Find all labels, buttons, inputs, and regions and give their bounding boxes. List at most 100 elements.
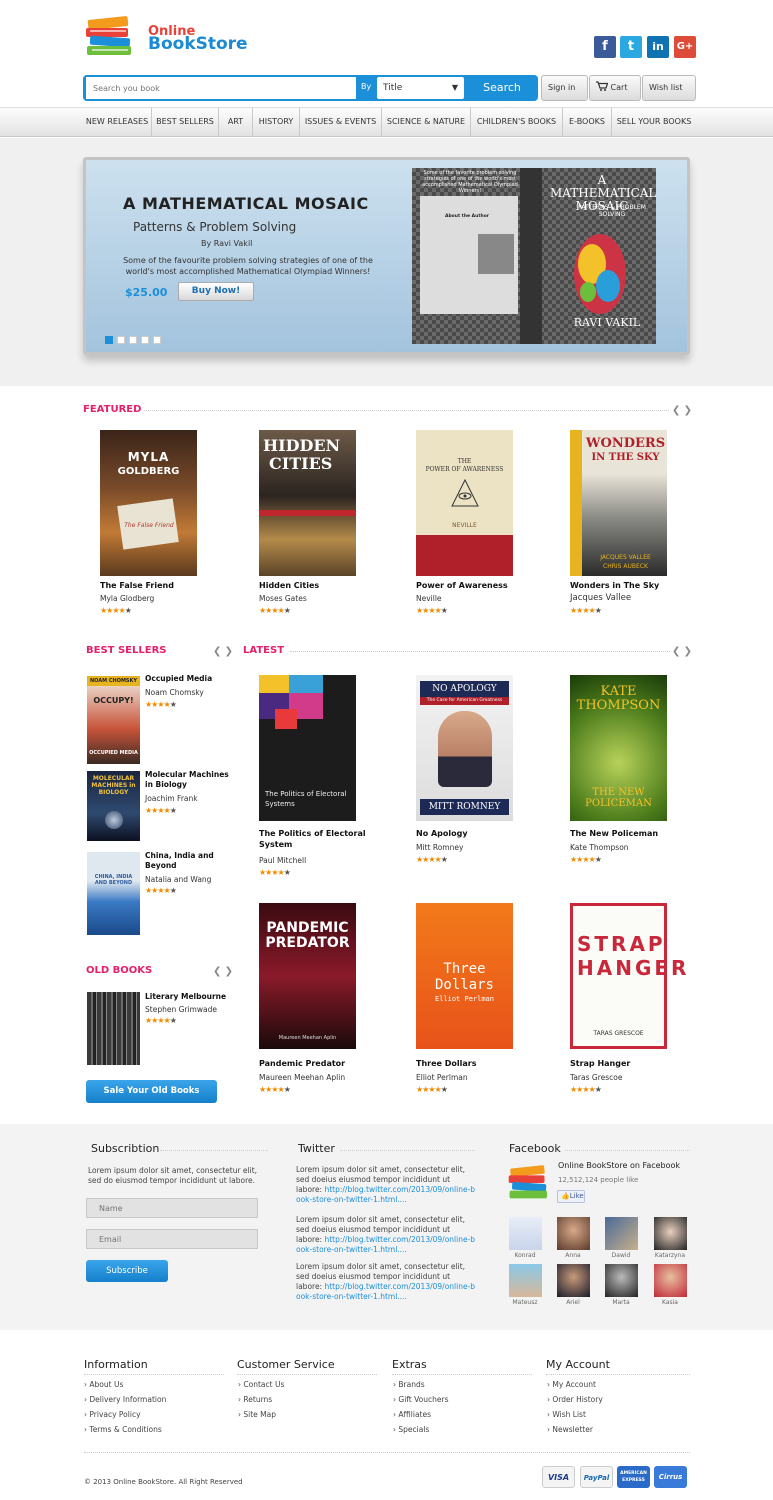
fan-avatar[interactable] <box>605 1217 638 1250</box>
search-by-select[interactable]: Title ▼ <box>377 77 464 99</box>
linkedin-icon[interactable]: in <box>647 36 669 58</box>
tweet-link[interactable]: http://blog.twitter.com/2013/09/online-b… <box>296 1282 475 1301</box>
nav-sell-your-books[interactable]: SELL YOUR BOOKS <box>612 108 696 136</box>
book-cover-three-dollars[interactable]: Three Dollars Elliot Perlman <box>416 903 513 1049</box>
book-title[interactable]: Occupied Media <box>145 674 230 684</box>
facebook-like-button[interactable]: 👍Like <box>557 1190 585 1203</box>
facebook-icon[interactable]: f <box>594 36 616 58</box>
book-title[interactable]: Strap Hanger <box>570 1058 690 1069</box>
name-field[interactable] <box>86 1198 258 1218</box>
footer-link[interactable]: › Site Map <box>238 1410 276 1419</box>
book-title[interactable]: No Apology <box>416 828 536 839</box>
chevron-left-icon[interactable]: ❮ <box>672 646 680 657</box>
book-cover-china-india[interactable]: CHINA, INDIA AND BEYOND <box>87 852 140 935</box>
book-cover-strap-hanger[interactable]: STRAP HANGER TARAS GRESCOE <box>570 903 686 1049</box>
book-title[interactable]: The New Policeman <box>570 828 690 839</box>
slider-dot-4[interactable] <box>141 336 149 344</box>
footer-link[interactable]: › My Account <box>547 1380 596 1389</box>
google-plus-icon[interactable]: G+ <box>674 36 696 58</box>
book-cover-false-friend[interactable]: MYLA GOLDBERG The False Friend <box>100 430 197 576</box>
email-field[interactable] <box>86 1229 258 1249</box>
fan-avatar[interactable] <box>605 1264 638 1297</box>
slider-dot-2[interactable] <box>117 336 125 344</box>
sell-old-books-button[interactable]: Sale Your Old Books <box>86 1080 217 1103</box>
fan-avatar[interactable] <box>557 1264 590 1297</box>
chevron-right-icon[interactable]: ❯ <box>684 646 692 657</box>
book-cover-pandemic-predator[interactable]: PANDEMIC PREDATOR Maureen Meehan Aplin <box>259 903 356 1049</box>
chevron-left-icon[interactable]: ❮ <box>213 646 221 657</box>
tweet-link[interactable]: http://blog.twitter.com/2013/09/online-b… <box>296 1185 475 1204</box>
footer-link[interactable]: › Contact Us <box>238 1380 284 1389</box>
fan-avatar[interactable] <box>654 1217 687 1250</box>
book-title[interactable]: Three Dollars <box>416 1058 536 1069</box>
book-title[interactable]: China, India and Beyond <box>145 851 230 871</box>
footer-link[interactable]: › Wish List <box>547 1410 586 1419</box>
chevron-left-icon[interactable]: ❮ <box>672 405 680 416</box>
book-title[interactable]: The False Friend <box>100 580 220 591</box>
book-cover-politics-electoral[interactable]: The Politics of Electoral Systems <box>259 675 356 821</box>
book-title[interactable]: Hidden Cities <box>259 580 379 591</box>
book-title[interactable]: The Politics of Electoral System <box>259 828 379 850</box>
subscribe-button[interactable]: Subscribe <box>86 1260 168 1282</box>
nav-best-sellers[interactable]: BEST SELLERS <box>152 108 219 136</box>
fan-avatar[interactable] <box>509 1217 542 1250</box>
book-cover-wonders-in-the-sky[interactable]: WONDERS IN THE SKY JACQUES VALLEE CHRIS … <box>570 430 667 576</box>
footer-link[interactable]: › Affiliates <box>393 1410 431 1419</box>
footer-link[interactable]: › Specials <box>393 1425 429 1434</box>
divider <box>392 1374 532 1375</box>
book-cover-no-apology[interactable]: NO APOLOGY The Case for American Greatne… <box>416 675 513 821</box>
book-title[interactable]: Wonders in The Sky <box>570 580 690 591</box>
hero-book-cover[interactable]: Some of the favorite problem solving str… <box>412 168 656 344</box>
footer-link[interactable]: › Delivery Information <box>84 1395 166 1404</box>
tweet-link[interactable]: http://blog.twitter.com/2013/09/online-b… <box>296 1235 475 1254</box>
book-title[interactable]: Molecular Machines in Biology <box>145 770 230 790</box>
cover-spine <box>570 430 582 576</box>
chevron-left-icon[interactable]: ❮ <box>213 966 221 977</box>
footer-link[interactable]: › Privacy Policy <box>84 1410 141 1419</box>
search-input[interactable] <box>86 77 356 99</box>
chevron-right-icon[interactable]: ❯ <box>684 405 692 416</box>
search-button[interactable]: Search <box>470 78 534 98</box>
book-cover-occupied-media[interactable]: NOAM CHOMSKY OCCUPY! OCCUPIED MEDIA <box>87 676 140 764</box>
book-cover-new-policeman[interactable]: KATE THOMPSON THE NEW POLICEMAN <box>570 675 667 821</box>
cover-text: MITT ROMNEY <box>420 799 509 815</box>
nav-e-books[interactable]: E-BOOKS <box>563 108 612 136</box>
slider-dot-3[interactable] <box>129 336 137 344</box>
fan-avatar[interactable] <box>557 1217 590 1250</box>
book-title[interactable]: Power of Awareness <box>416 580 536 591</box>
footer-link[interactable]: › Order History <box>547 1395 603 1404</box>
slider-dot-5[interactable] <box>153 336 161 344</box>
footer-link[interactable]: › Newsletter <box>547 1425 593 1434</box>
cart-button[interactable]: Cart ▼ <box>589 75 641 116</box>
book-cover-molecular-machines[interactable]: MOLECULAR MACHINES in BIOLOGY <box>87 771 140 841</box>
book-cover-hidden-cities[interactable]: HIDDEN CITIES <box>259 430 356 576</box>
book-cover-power-of-awareness[interactable]: THE POWER OF AWARENESS NEVILLE <box>416 430 513 576</box>
nav-issues-events[interactable]: ISSUES & EVENTS <box>300 108 382 136</box>
nav-art[interactable]: ART <box>219 108 253 136</box>
footer-link[interactable]: › Terms & Conditions <box>84 1425 162 1434</box>
footer-link[interactable]: › About Us <box>84 1380 123 1389</box>
fan-avatar[interactable] <box>509 1264 542 1297</box>
footer-link[interactable]: › Gift Vouchers <box>393 1395 449 1404</box>
twitter-icon[interactable]: t <box>620 36 642 58</box>
nav-childrens-books[interactable]: CHILDREN'S BOOKS <box>471 108 563 136</box>
slider-dot-1[interactable] <box>105 336 113 344</box>
nav-science-nature[interactable]: SCIENCE & NATURE <box>382 108 471 136</box>
fan-avatar[interactable] <box>654 1264 687 1297</box>
american-express-icon: AMERICAN EXPRESS <box>617 1466 650 1488</box>
facebook-page-name[interactable]: Online BookStore on Facebook <box>558 1161 680 1170</box>
chevron-right-icon[interactable]: ❯ <box>225 966 233 977</box>
sign-in-button[interactable]: Sign in ▼ <box>541 75 588 116</box>
chevron-right-icon[interactable]: ❯ <box>225 646 233 657</box>
nav-new-releases[interactable]: NEW RELEASES <box>83 108 152 136</box>
nav-history[interactable]: HISTORY <box>253 108 300 136</box>
book-title[interactable]: Literary Melbourne <box>145 992 230 1002</box>
book-title[interactable]: Pandemic Predator <box>259 1058 379 1069</box>
cart-label: Cart <box>610 83 628 92</box>
books-logo-icon <box>508 1165 548 1199</box>
footer-link[interactable]: › Brands <box>393 1380 425 1389</box>
buy-now-button[interactable]: Buy Now! <box>178 282 254 301</box>
footer-link[interactable]: › Returns <box>238 1395 272 1404</box>
book-cover-literary-melbourne[interactable] <box>87 992 140 1065</box>
wish-list-button[interactable]: Wish list ▼ <box>642 75 696 116</box>
